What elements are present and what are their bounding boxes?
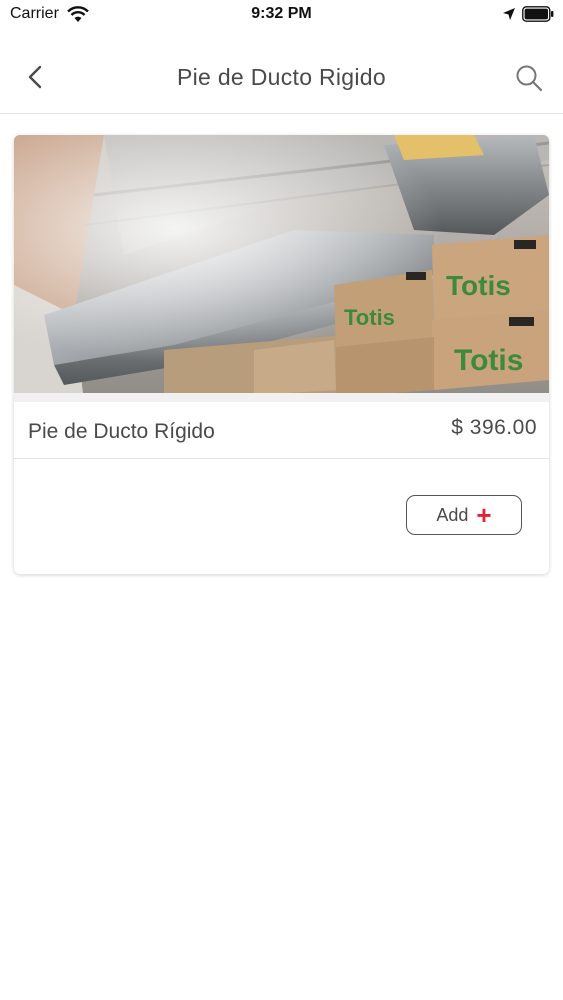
add-button-label: Add — [436, 504, 469, 525]
add-to-cart-button[interactable]: Add + — [406, 495, 522, 535]
nav-bar: Pie de Ducto Rigido — [0, 40, 563, 114]
product-image: Totis Totis Totis — [14, 135, 549, 402]
box-label-3: Totis — [454, 344, 523, 377]
plus-icon: + — [476, 500, 492, 530]
clock: 9:32 PM — [251, 5, 312, 22]
status-bar: Carrier 9:32 PM — [0, 0, 563, 30]
search-icon — [516, 65, 543, 92]
page-title: Pie de Ducto Rigido — [177, 64, 386, 90]
product-card[interactable]: Totis Totis Totis Pie de Ducto Rígido $ … — [14, 135, 549, 574]
product-price: $ 396.00 — [451, 416, 537, 439]
location-arrow-icon — [503, 8, 515, 20]
product-name: Pie de Ducto Rígido — [28, 420, 215, 443]
card-divider — [14, 458, 549, 459]
search-button[interactable] — [513, 62, 545, 94]
box-label-2: Totis — [446, 270, 511, 301]
box-label-1: Totis — [344, 305, 395, 330]
battery-icon — [522, 6, 554, 22]
